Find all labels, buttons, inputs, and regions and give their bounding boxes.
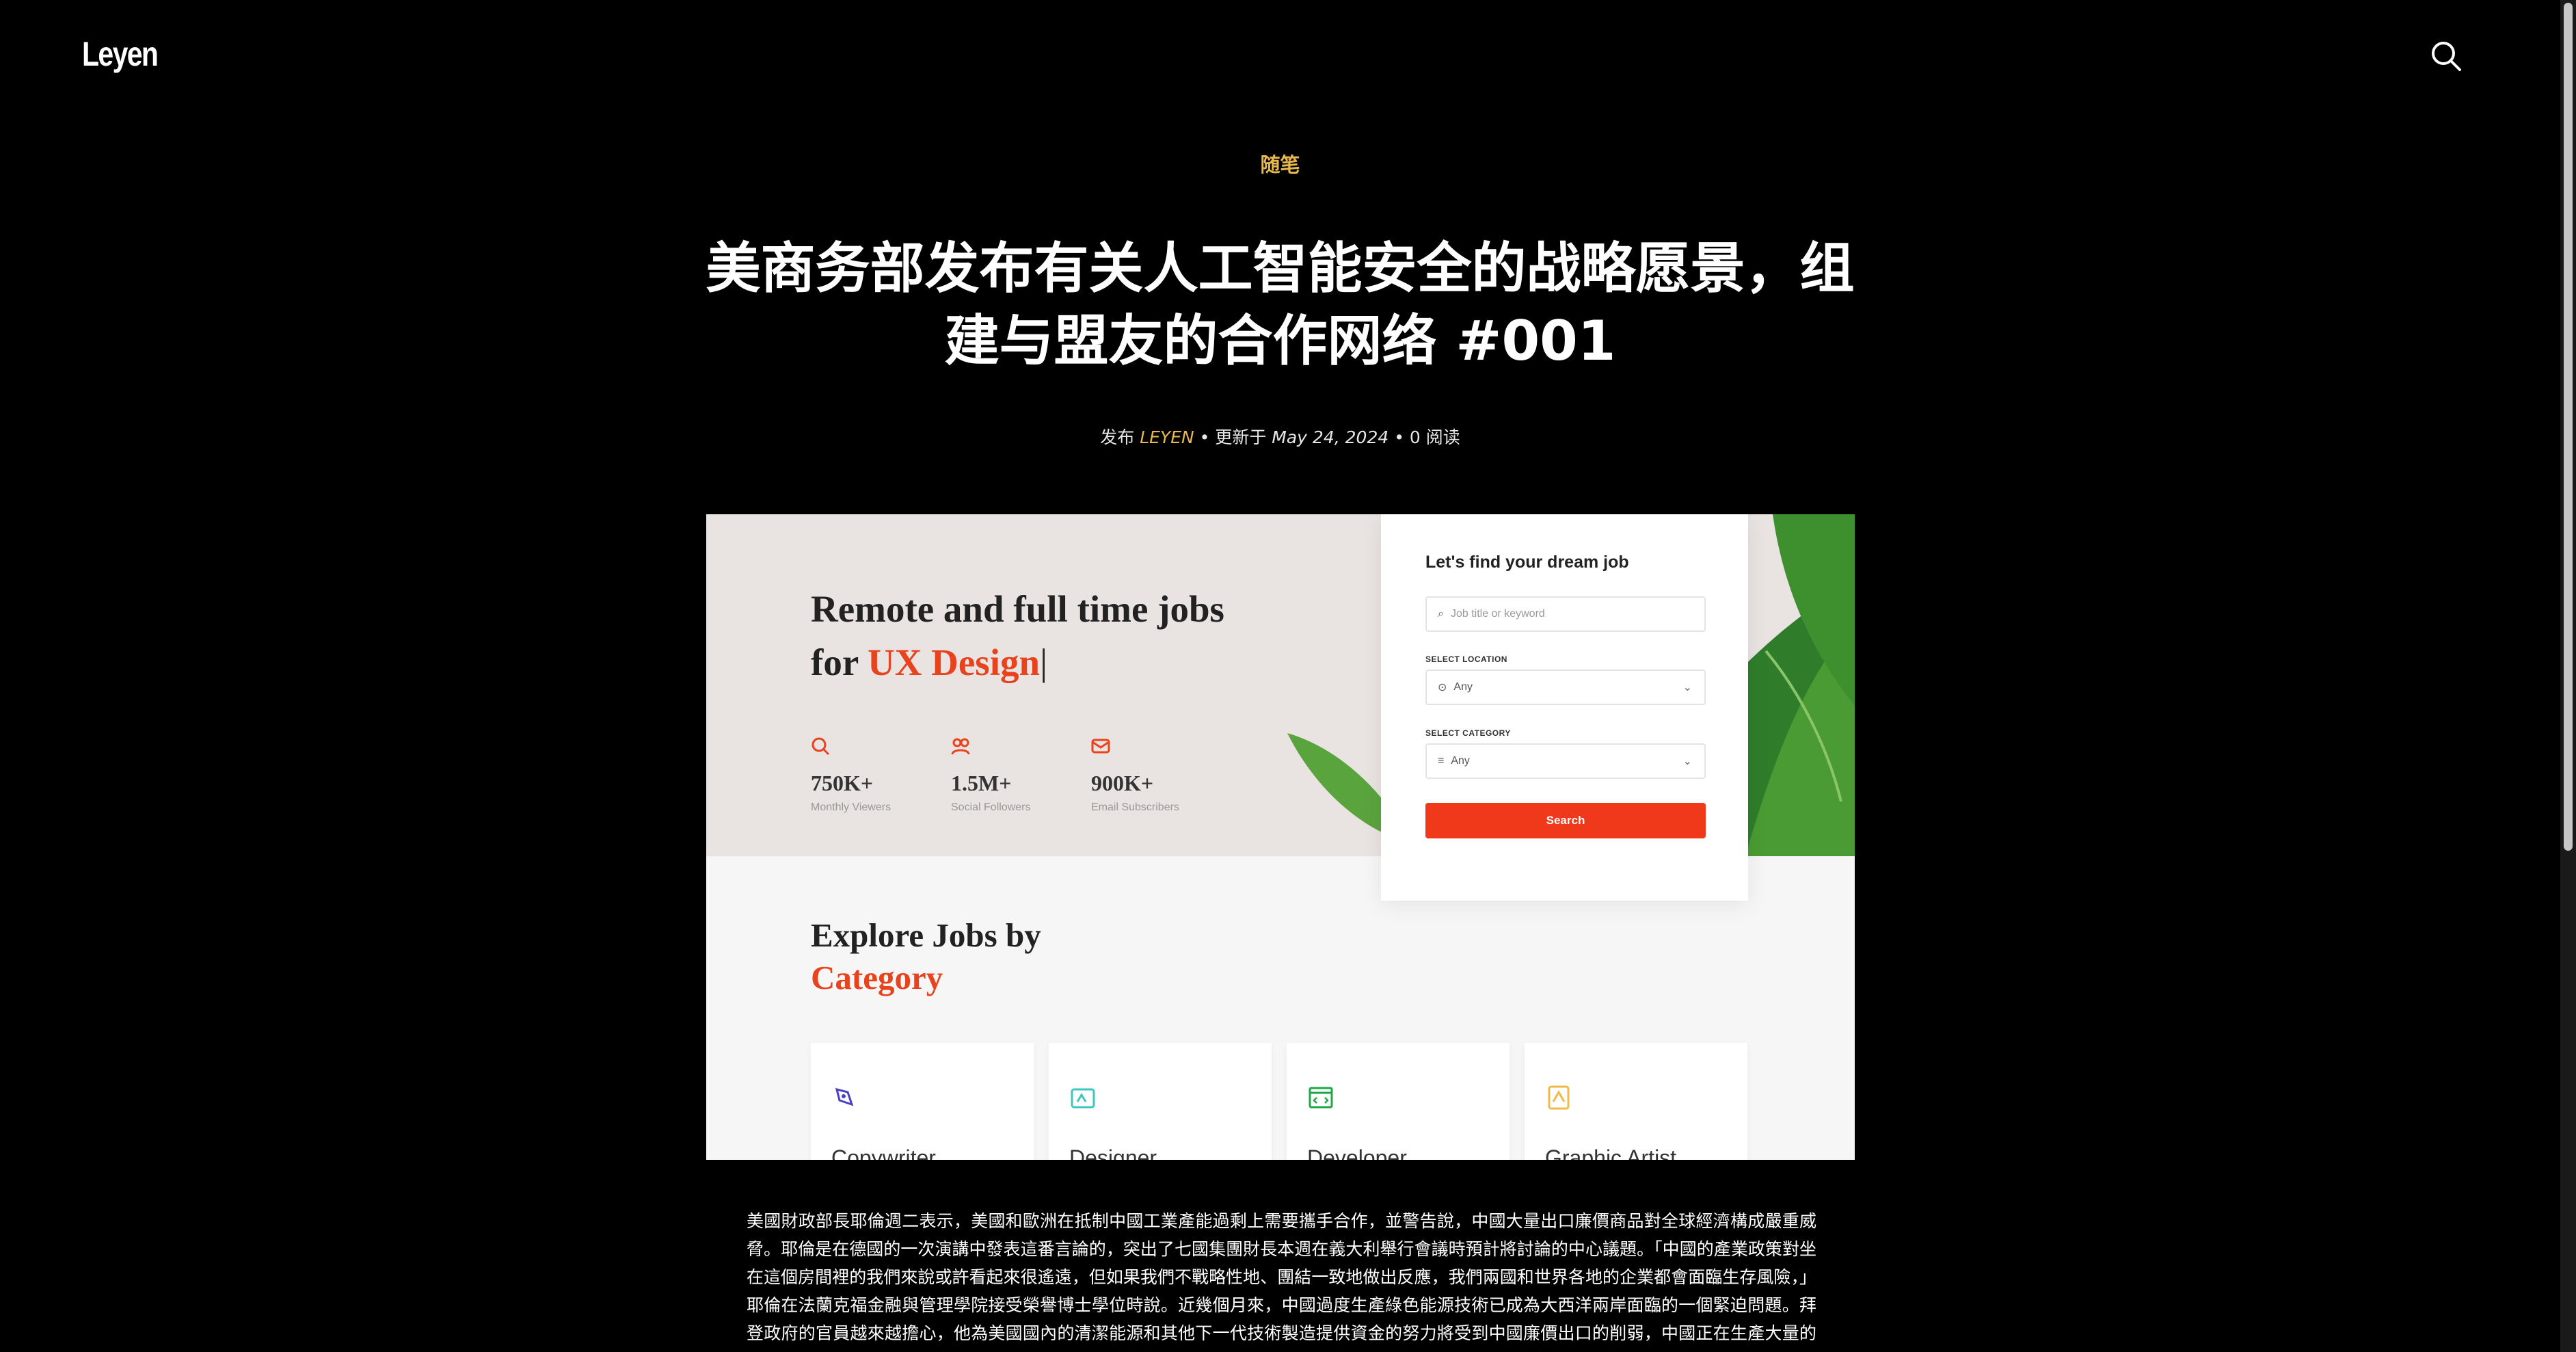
category-name: Designer (1069, 1145, 1157, 1160)
keyword-field: ⌕ Job title or keyword (1425, 596, 1706, 632)
meta-prefix: 发布 (1100, 427, 1135, 447)
meta-sep-updated: • 更新于 (1194, 427, 1272, 447)
hero-headline-line1: Remote and full time jobs (811, 588, 1224, 630)
job-search-button: Search (1425, 803, 1706, 838)
header-search-button[interactable] (2426, 36, 2467, 77)
palette-icon (1548, 1085, 1570, 1110)
article-category-link[interactable]: 随笔 (0, 149, 2560, 178)
design-board-icon (1071, 1088, 1095, 1109)
stat-label: Email Subscribers (1091, 801, 1179, 813)
category-card-graphic-artist: Graphic Artist (1525, 1043, 1747, 1160)
category-name: Developer (1307, 1145, 1407, 1160)
stat-email-subscribers: 900K+ Email Subscribers (1091, 737, 1183, 814)
site-logo[interactable]: Leyen (82, 34, 159, 74)
category-label: SELECT CATEGORY (1425, 728, 1511, 738)
category-select: ≡ Any ⌄ (1425, 743, 1706, 779)
viewers-icon (811, 737, 830, 756)
job-search-card: Let's find your dream job ⌕ Job title or… (1381, 514, 1748, 901)
article-meta: 发布 LEYEN • 更新于 May 24, 2024 • 0 阅读 (0, 424, 2560, 449)
chevron-down-icon: ⌄ (1682, 756, 1692, 767)
hero-stats: 750K+ Monthly Viewers 1.5M+ Social Follo… (811, 737, 1183, 814)
stat-monthly-viewers: 750K+ Monthly Viewers (811, 737, 903, 814)
stat-social-followers: 1.5M+ Social Followers (951, 737, 1043, 814)
stat-label: Monthly Viewers (811, 801, 891, 813)
followers-icon (951, 738, 970, 755)
category-card-developer: Developer (1287, 1043, 1510, 1160)
search-icon: ⌕ (1438, 608, 1444, 620)
category-value: Any (1451, 755, 1470, 767)
code-icon (1309, 1087, 1333, 1109)
keyword-placeholder: Job title or keyword (1450, 608, 1545, 620)
explore-line2: Category (811, 959, 943, 996)
explore-line1: Explore Jobs by (811, 916, 1041, 954)
hero-headline-accent: UX Design (867, 641, 1041, 683)
explore-heading: Explore Jobs by Category (811, 914, 1041, 999)
chevron-down-icon: ⌄ (1682, 682, 1692, 693)
location-label: SELECT LOCATION (1425, 654, 1507, 664)
category-name: Graphic Artist (1545, 1145, 1677, 1160)
pen-icon (835, 1087, 854, 1106)
hero-headline: Remote and full time jobs for UX Design| (811, 583, 1224, 689)
scrollbar-thumb[interactable] (2564, 3, 2573, 851)
category-card-designer: Designer (1049, 1043, 1272, 1160)
updated-date: May 24, 2024 (1272, 427, 1389, 447)
list-icon: ≡ (1438, 755, 1445, 767)
article-body: 美國財政部長耶倫週二表示，美國和歐洲在抵制中國工業產能過剩上需要攜手合作，並警告… (747, 1211, 1816, 1352)
hero-headline-line2: for UX Design| (811, 641, 1048, 683)
stat-value: 1.5M+ (951, 771, 1012, 795)
featured-image: Remote and full time jobs for UX Design|… (706, 514, 1855, 1160)
search-icon (2432, 42, 2461, 71)
category-cards: Copywriter Designer Developer Graphic Ar… (811, 1043, 1747, 1160)
stat-value: 900K+ (1091, 771, 1154, 795)
location-pin-icon: ⊙ (1438, 682, 1447, 693)
card-title: Let's find your dream job (1425, 553, 1629, 572)
page-scrollbar[interactable] (2560, 0, 2576, 1352)
category-name: Copywriter (831, 1145, 936, 1160)
category-card-copywriter: Copywriter (811, 1043, 1034, 1160)
stat-value: 750K+ (811, 771, 874, 795)
read-count: • 0 阅读 (1388, 427, 1460, 447)
email-icon (1091, 739, 1110, 754)
stat-label: Social Followers (951, 801, 1031, 813)
author-link[interactable]: LEYEN (1140, 427, 1194, 447)
location-select: ⊙ Any ⌄ (1425, 670, 1706, 705)
location-value: Any (1453, 681, 1473, 693)
hero-headline-prefix: for (811, 641, 868, 683)
article-title: 美商务部发布有关人工智能安全的战略愿景，组建与盟友的合作网络 #001 (706, 237, 1855, 373)
